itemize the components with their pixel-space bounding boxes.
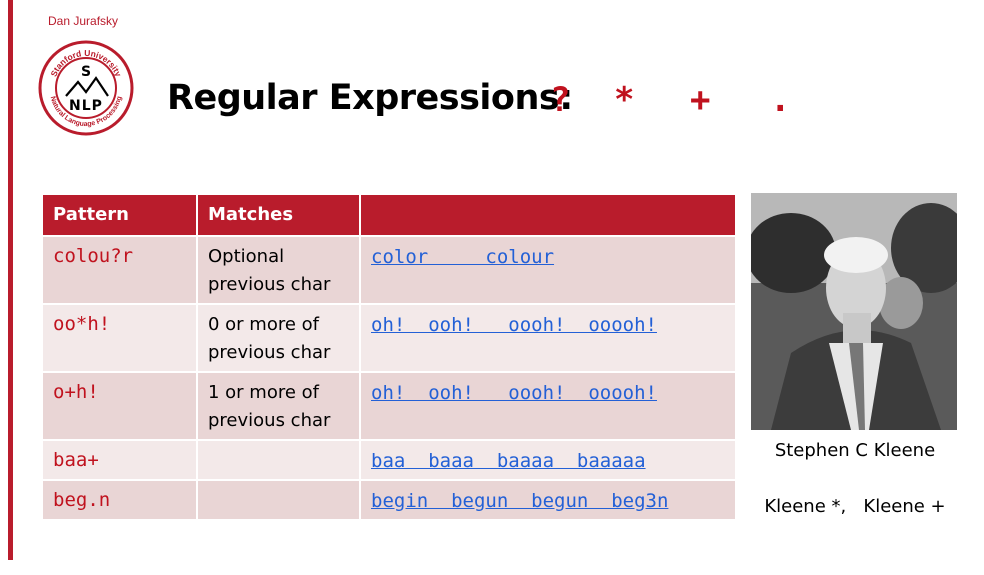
author-name: Dan Jurafsky	[48, 14, 119, 28]
table-header-row: Pattern Matches	[41, 193, 737, 237]
table-row: beg.n begin begun begun beg3n	[41, 479, 737, 521]
example-links[interactable]: oh! ooh! oooh! ooooh!	[371, 314, 657, 336]
examples-cell: baa baaa baaaa baaaaa	[359, 439, 737, 481]
pattern-cell: colou?r	[41, 235, 198, 305]
description-cell	[196, 479, 361, 521]
examples-cell: oh! ooh! oooh! ooooh!	[359, 303, 737, 373]
description-line: previous char	[208, 410, 331, 431]
table-row: baa+ baa baaa baaaa baaaaa	[41, 439, 737, 481]
description-line: previous char	[208, 342, 331, 363]
header-matches: Matches	[196, 193, 361, 237]
pattern-cell: beg.n	[41, 479, 198, 521]
regex-table: Pattern Matches colou?r Optional previous…	[41, 193, 737, 521]
left-accent-bar	[8, 0, 13, 560]
example-links[interactable]: baa baaa baaaa baaaaa	[371, 450, 646, 472]
operator-star: *	[614, 80, 635, 120]
description-cell: 0 or more of previous char	[196, 303, 361, 373]
table-row: colou?r Optional previous char color colo…	[41, 235, 737, 305]
logo-letters-nlp: NLP	[69, 98, 103, 114]
description-line: 1 or more of	[208, 382, 320, 403]
pattern-cell: baa+	[41, 439, 198, 481]
description-cell: 1 or more of previous char	[196, 371, 361, 441]
header-pattern: Pattern	[41, 193, 198, 237]
operator-dot: .	[770, 80, 791, 120]
description-cell: Optional previous char	[196, 235, 361, 305]
header-examples	[359, 193, 737, 237]
pattern-cell: oo*h!	[41, 303, 198, 373]
table-row: oo*h! 0 or more of previous char oh! ooh!…	[41, 303, 737, 373]
kleene-photo	[751, 193, 957, 430]
logo-letter-s: S	[81, 64, 91, 80]
description-line: Optional	[208, 246, 285, 267]
example-links[interactable]: begin begun begun beg3n	[371, 490, 668, 512]
description-cell	[196, 439, 361, 481]
page-title: Regular Expressions:	[167, 78, 573, 118]
kleene-note: Kleene *, Kleene +	[764, 496, 946, 517]
photo-caption: Stephen C Kleene	[774, 440, 936, 461]
table-row: o+h! 1 or more of previous char oh! ooh! …	[41, 371, 737, 441]
example-links[interactable]: color colour	[371, 246, 554, 268]
pattern-cell: o+h!	[41, 371, 198, 441]
examples-cell: color colour	[359, 235, 737, 305]
operator-question: ?	[550, 80, 571, 120]
example-links[interactable]: oh! ooh! oooh! ooooh!	[371, 382, 657, 404]
description-line: previous char	[208, 274, 331, 295]
stanford-nlp-logo: Stanford University Natural Language Pro…	[38, 40, 134, 136]
description-line: 0 or more of	[208, 314, 320, 335]
examples-cell: oh! ooh! oooh! ooooh!	[359, 371, 737, 441]
examples-cell: begin begun begun beg3n	[359, 479, 737, 521]
operator-plus: +	[690, 80, 711, 120]
